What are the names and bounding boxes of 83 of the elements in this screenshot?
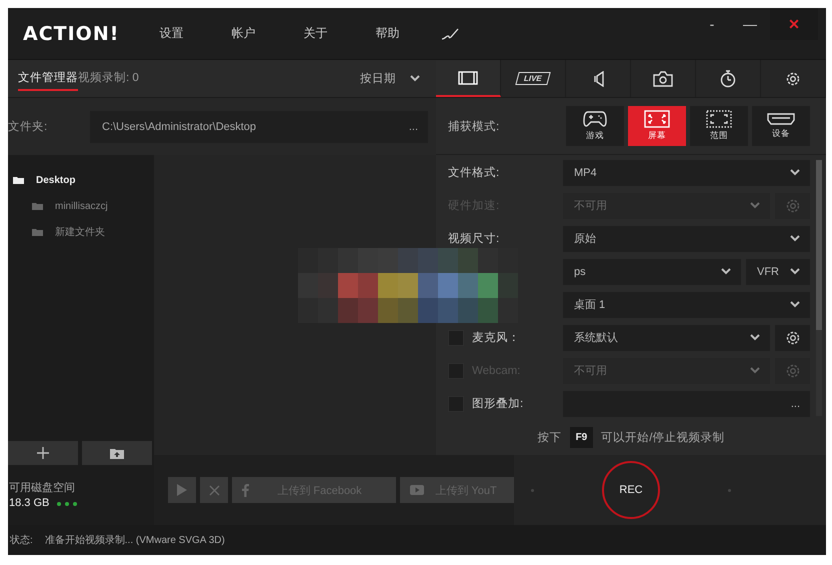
- file-panel-tab[interactable]: 文件管理器: [18, 66, 78, 91]
- disk-space-label: 可用磁盘空间: [9, 481, 76, 496]
- record-button[interactable]: REC: [602, 461, 660, 519]
- folder-tree-item[interactable]: 新建文件夹: [8, 219, 154, 245]
- gear-icon: [784, 362, 800, 378]
- play-button[interactable]: [168, 477, 196, 503]
- fullscreen-icon: [644, 110, 670, 128]
- dropdown[interactable]: 系统默认: [563, 324, 770, 350]
- delete-button[interactable]: [200, 477, 228, 503]
- file-panel-tab[interactable]: 视频录制: 0: [78, 66, 139, 91]
- video-play-icon: [410, 485, 424, 495]
- menu-item[interactable]: 帮助: [375, 21, 448, 46]
- dropdown[interactable]: MP4: [563, 160, 810, 186]
- setting-label: 麦克风：: [472, 330, 520, 345]
- chevron-down-icon: [410, 75, 420, 82]
- chevron-down-icon: [790, 235, 800, 242]
- setting-label: 图形叠加:: [472, 396, 524, 411]
- folder-tree-item[interactable]: minillisaczcj: [8, 193, 154, 219]
- capture-mode-button[interactable]: 设备: [752, 106, 810, 146]
- disk-space-value: 18.3 GB: [9, 496, 50, 511]
- live-icon: LIVE: [515, 72, 551, 85]
- capture-mode-button[interactable]: 范围: [690, 106, 748, 146]
- menu-item[interactable]: 关于: [303, 21, 376, 46]
- gear-icon: [784, 198, 800, 214]
- dropdown[interactable]: 原始: [563, 226, 810, 252]
- settings-button[interactable]: [775, 324, 810, 350]
- chevron-down-icon: [790, 268, 800, 275]
- chevron-down-icon: [750, 334, 760, 341]
- dropdown[interactable]: VFR: [746, 258, 810, 284]
- folder-icon: [110, 448, 124, 458]
- scrollbar-thumb[interactable]: [816, 160, 822, 330]
- app-logo: ACTION!: [23, 22, 120, 44]
- chevron-down-icon: [790, 169, 800, 176]
- folder-icon: [32, 202, 43, 210]
- add-folder-button[interactable]: [8, 441, 78, 465]
- dropdown[interactable]: ps: [563, 258, 741, 284]
- folder-tree-item[interactable]: Desktop: [8, 167, 154, 193]
- folder-path-field[interactable]: C:\Users\Administrator\Desktop ...: [90, 110, 428, 142]
- hint-text: 按下: [538, 430, 562, 445]
- play-icon: [177, 484, 187, 496]
- chevron-down-icon: [750, 202, 760, 209]
- stopwatch-icon: [720, 70, 736, 88]
- capture-mode-button[interactable]: 游戏: [566, 106, 624, 146]
- hint-text: 可以开始/停止视频录制: [601, 430, 724, 445]
- setting-label: 视频尺寸:: [448, 232, 500, 246]
- record-tab[interactable]: LIVE: [501, 60, 566, 97]
- chevron-down-icon: [790, 301, 800, 308]
- sort-dropdown[interactable]: 按日期: [354, 67, 426, 90]
- settings-icon: [785, 70, 801, 86]
- plus-icon: [37, 447, 49, 459]
- camera-icon: [653, 70, 673, 86]
- hotkey-label: F9: [570, 427, 594, 448]
- status-label: 状态:: [10, 534, 33, 547]
- gamepad-icon: [583, 110, 607, 128]
- folder-icon: [32, 228, 43, 236]
- film-icon: [458, 70, 478, 84]
- hdmi-port-icon: [767, 112, 795, 126]
- folder-icon: [13, 176, 24, 184]
- selection-area-icon: [706, 110, 732, 128]
- speaker-icon: [592, 70, 604, 86]
- pen-icon[interactable]: [441, 26, 460, 40]
- chevron-down-icon: [750, 367, 760, 374]
- facebook-icon: [242, 484, 249, 496]
- chevron-down-icon: [721, 268, 731, 275]
- dropdown[interactable]: 桌面 1: [563, 292, 810, 318]
- minimize-button[interactable]: —: [732, 8, 768, 40]
- gear-icon: [784, 330, 800, 346]
- record-tab[interactable]: [631, 60, 696, 97]
- menu-item[interactable]: 帐户: [231, 21, 304, 46]
- setting-label: 文件格式:: [448, 166, 500, 180]
- minimize-button[interactable]: -: [694, 8, 730, 40]
- open-folder-button[interactable]: [82, 441, 152, 465]
- close-icon: [208, 484, 220, 496]
- record-tab[interactable]: [436, 60, 501, 97]
- capture-mode-label: 捕获模式:: [448, 120, 500, 134]
- menu-item[interactable]: 设置: [159, 21, 232, 46]
- overlay-field[interactable]: ...: [563, 390, 810, 416]
- folder-label: 文件夹:: [8, 120, 48, 134]
- close-button[interactable]: ×: [770, 8, 818, 40]
- status-text: 准备开始视频录制... (VMware SVGA 3D): [44, 534, 225, 547]
- status-dots-icon: [57, 502, 78, 506]
- capture-mode-button[interactable]: 屏幕: [628, 106, 686, 146]
- record-tab[interactable]: [696, 60, 761, 97]
